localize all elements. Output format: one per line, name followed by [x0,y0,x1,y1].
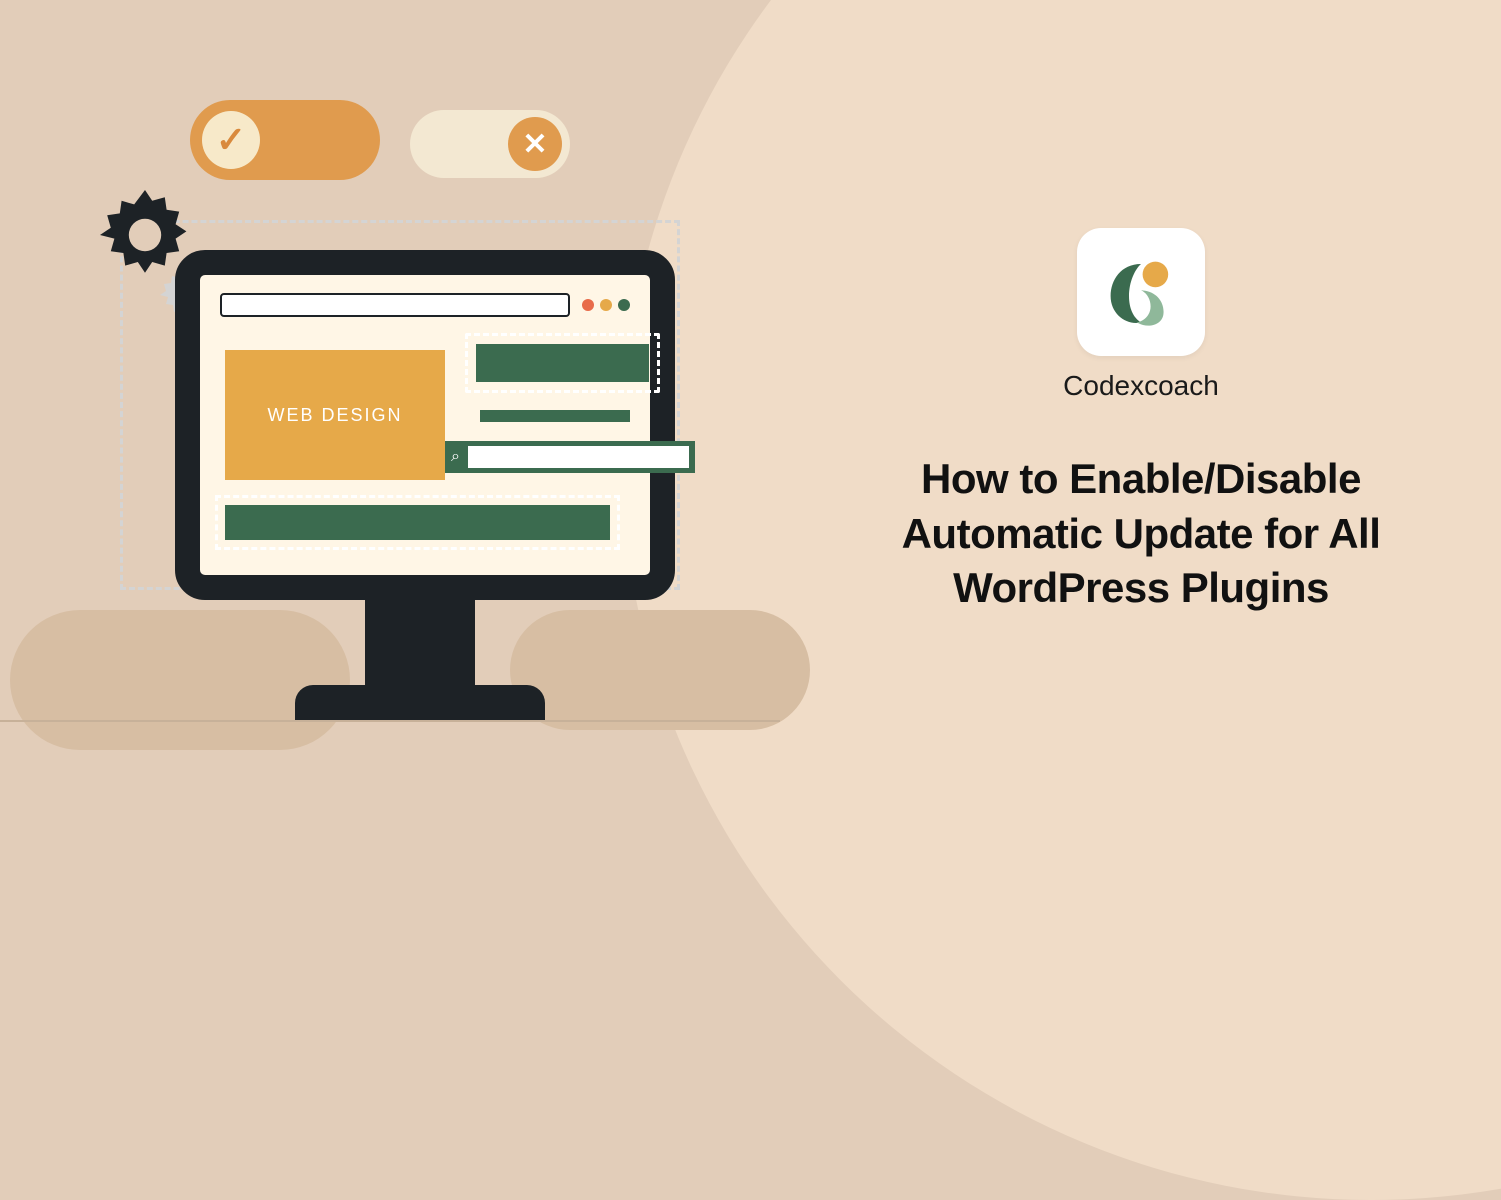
content-line [480,410,630,422]
window-dot-green [618,299,630,311]
gear-icon [100,190,190,280]
search-field [468,446,689,468]
content-block [215,495,620,550]
search-bar: ⌕ [445,441,695,473]
browser-toolbar [220,290,630,320]
web-design-card: WEB DESIGN [225,350,445,480]
check-icon: ✓ [202,111,260,169]
brand-logo-box [1077,228,1205,356]
monitor-screen: WEB DESIGN ⌕ [175,250,675,600]
monitor-stand [365,595,475,695]
content-block [465,333,660,393]
content-panel: Codexcoach How to Enable/Disable Automat… [851,228,1431,616]
ground-line [0,720,780,722]
brand-name: Codexcoach [1063,370,1219,402]
hero-illustration: ✓ ✕ WEB DESIGN ⌕ [30,90,750,790]
cloud-shape [10,610,350,750]
address-bar [220,293,570,317]
cross-icon: ✕ [508,117,562,171]
window-dot-red [582,299,594,311]
article-headline: How to Enable/Disable Automatic Update f… [851,452,1431,616]
window-dot-yellow [600,299,612,311]
toggle-disabled: ✕ [410,110,570,178]
search-icon: ⌕ [451,448,460,466]
toggle-enabled: ✓ [190,100,380,180]
cloud-shape [510,610,810,730]
monitor-base [295,685,545,720]
codexcoach-logo [1101,252,1181,332]
